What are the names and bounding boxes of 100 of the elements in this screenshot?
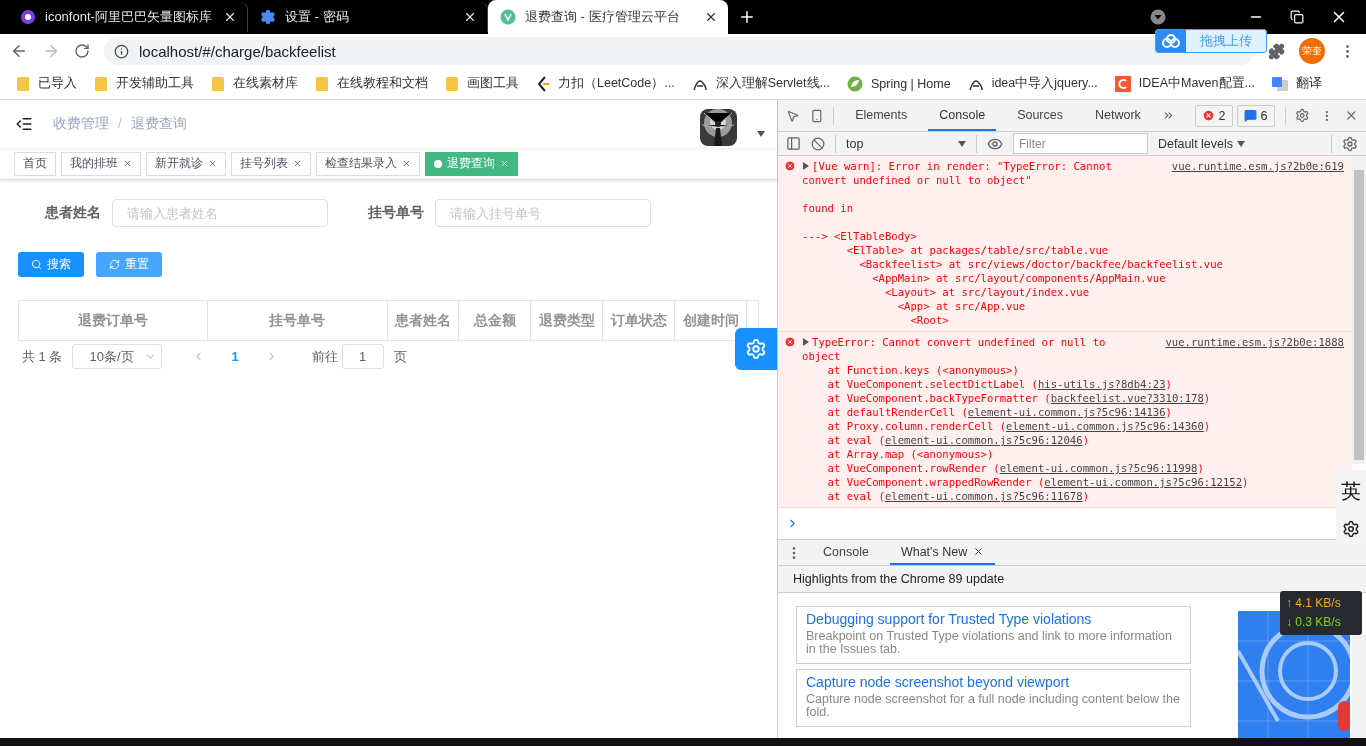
- source-link[interactable]: vue.runtime.esm.js?2b0e:619: [1171, 159, 1344, 187]
- new-tab-icon[interactable]: [738, 8, 756, 26]
- dot-icon: [434, 159, 442, 168]
- expand-icon[interactable]: [802, 162, 810, 170]
- translate-icon: [1271, 75, 1288, 92]
- devtools-tab[interactable]: Network: [1084, 100, 1152, 131]
- bookmark[interactable]: 力扣（LeetCode）...: [536, 75, 675, 92]
- source-link[interactable]: element-ui.common.js?5c96:14360: [1006, 420, 1204, 432]
- caret-icon: [1237, 140, 1246, 147]
- settings-icon: [745, 338, 767, 360]
- sidebar-icon[interactable]: [786, 136, 801, 151]
- source-link[interactable]: element-ui.common.js?5c96:14136: [967, 406, 1166, 418]
- error-icon: [784, 336, 796, 348]
- bookmark[interactable]: 在线教程和文档: [315, 75, 428, 92]
- feature-card[interactable]: Capture node screenshot beyond viewport Capture node screenshot for a full node including content below the fold.: [796, 669, 1191, 727]
- error-icon: [784, 160, 796, 172]
- folder-icon: [211, 75, 225, 92]
- filter-field[interactable]: Filter: [1013, 133, 1148, 154]
- bookmark[interactable]: idea中导入jquery...: [967, 75, 1098, 92]
- column-header: 患者姓名: [387, 301, 460, 340]
- search-icon: [31, 259, 42, 270]
- csdn-icon: [1114, 75, 1131, 92]
- reload-icon[interactable]: [74, 43, 90, 59]
- levels-dropdown[interactable]: Default levels: [1158, 136, 1246, 151]
- folder-icon: [315, 75, 329, 92]
- close-icon[interactable]: [223, 10, 237, 24]
- browser-tab[interactable]: 退费查询 - 医疗管理云平台: [488, 0, 728, 34]
- drawer-tab[interactable]: Console: [812, 540, 880, 565]
- close-icon[interactable]: [704, 10, 718, 24]
- upload-speed: ↑ 4.1 KB/s: [1286, 595, 1342, 612]
- bookmark[interactable]: 深入理解Servlet线...: [691, 75, 830, 92]
- bookmark[interactable]: 开发辅助工具: [94, 75, 194, 92]
- error-count[interactable]: 2: [1194, 104, 1233, 127]
- card-title: Debugging support for Trusted Type violations: [806, 611, 1093, 627]
- devtools-tab[interactable]: Sources: [1006, 100, 1074, 131]
- log-line: <Root>: [909, 313, 950, 327]
- input-field[interactable]: 请输入挂号单号: [435, 199, 651, 227]
- card-description: Breakpoint on Trusted Type violations and link to more information in the Issues tab.: [806, 630, 1173, 656]
- column-header: 退费类型: [531, 301, 604, 340]
- source-link[interactable]: backfeelist.vue?3310:178: [1050, 392, 1204, 404]
- bookmark[interactable]: Spring | Home: [846, 75, 951, 92]
- bookmark[interactable]: 已导入: [16, 75, 77, 92]
- context-select[interactable]: top: [846, 136, 966, 151]
- download-speed: ↓ 0.3 KB/s: [1286, 614, 1342, 631]
- tag[interactable]: 我的排班: [61, 151, 141, 176]
- restore-icon[interactable]: [1290, 10, 1304, 24]
- caret-icon: [757, 131, 765, 137]
- input-field[interactable]: 请输入患者姓名: [112, 199, 328, 227]
- source-link[interactable]: vue.runtime.esm.js?2b0e:1888: [1165, 335, 1344, 363]
- breadcrumb-item: 退费查询: [130, 115, 187, 133]
- puzzle-icon[interactable]: [1268, 42, 1285, 60]
- message-count[interactable]: 6: [1236, 104, 1275, 127]
- tag[interactable]: 检查结果录入: [316, 151, 420, 176]
- source-link[interactable]: his-utils.js?8db4:23: [1038, 378, 1166, 390]
- leaf-icon: [846, 75, 863, 92]
- page-input[interactable]: 1: [341, 344, 384, 369]
- folder-icon: [94, 75, 108, 92]
- card-title: Capture node screenshot beyond viewport: [806, 674, 1071, 690]
- breadcrumb-separator: /: [118, 115, 122, 133]
- tag[interactable]: 挂号列表: [231, 151, 311, 176]
- folder-icon: [16, 75, 30, 92]
- source-link[interactable]: element-ui.common.js?5c96:12152: [1044, 476, 1243, 488]
- bookmark[interactable]: 画图工具: [445, 75, 519, 92]
- field-label: 患者姓名: [45, 204, 101, 222]
- gear-icon: [260, 9, 276, 25]
- stack-frame: at VueComponent.backTypeFormatter (backfeelist.vue?3310:178): [802, 391, 1344, 405]
- caret-icon: [958, 140, 966, 147]
- devtools-tab[interactable]: Elements: [844, 100, 919, 131]
- page-size-select[interactable]: 10条/页: [72, 344, 163, 369]
- settings-button[interactable]: [735, 328, 777, 370]
- expand-icon[interactable]: [802, 338, 810, 346]
- column-header: 退费订单号: [19, 301, 208, 340]
- menu-icon[interactable]: [15, 115, 33, 133]
- tag[interactable]: 首页: [14, 151, 56, 176]
- stack-frame: at VueComponent.rowRender (element-ui.common.js?5c96:11998): [802, 461, 1344, 475]
- feature-card[interactable]: Debugging support for Trusted Type violations Breakpoint on Trusted Type violations and link to more information in the Issues tab.: [796, 606, 1191, 664]
- bookmark[interactable]: 翻译: [1271, 75, 1322, 92]
- back-icon[interactable]: [10, 42, 28, 60]
- tag[interactable]: 新开就诊: [146, 151, 226, 176]
- message-icon: [1243, 109, 1257, 122]
- whats-new-header: Highlights from the Chrome 89 update: [778, 566, 1366, 593]
- browser-tab[interactable]: iconfont-阿里巴巴矢量图标库: [8, 2, 248, 32]
- clear-icon[interactable]: [811, 136, 825, 151]
- close-icon[interactable]: [463, 10, 477, 24]
- bookmark[interactable]: 在线素材库: [211, 75, 298, 92]
- bookmark[interactable]: IDEA中Maven配置...: [1114, 75, 1255, 92]
- stack-frame: at eval (element-ui.common.js?5c96:12046): [802, 433, 1344, 447]
- column-header: 订单状态: [603, 301, 676, 340]
- dropdown-icon[interactable]: [1150, 9, 1166, 25]
- source-link[interactable]: element-ui.common.js?5c96:12046: [884, 434, 1083, 446]
- settings-icon[interactable]: [1342, 520, 1360, 539]
- source-link[interactable]: element-ui.common.js?5c96:11998: [999, 462, 1198, 474]
- source-link[interactable]: element-ui.common.js?5c96:11678: [884, 490, 1083, 502]
- ime-mode[interactable]: 英: [1341, 477, 1361, 505]
- log-line: <ElTable> at packages/table/src/table.vue: [845, 243, 1110, 257]
- device-icon[interactable]: [809, 107, 824, 124]
- column-header: 挂号单号: [207, 301, 388, 340]
- close-icon[interactable]: [973, 546, 985, 557]
- error-text: [Vue warn]: Error in render: "TypeError: Cannot convert undefined or null to object": [802, 159, 1113, 187]
- stack-frame: at defaultRenderCell (element-ui.common.js?5c96:14136): [802, 405, 1344, 419]
